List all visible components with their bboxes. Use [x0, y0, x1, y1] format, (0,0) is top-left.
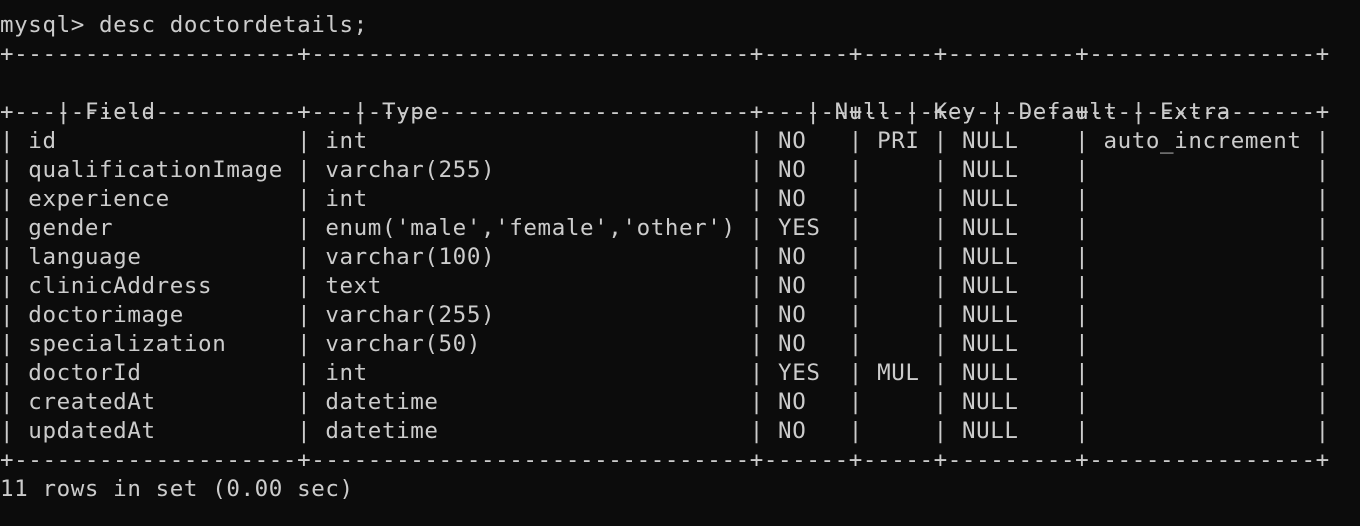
cell-key: |: [862, 157, 948, 183]
table-row: | id | int | NO | PRI | NULL | auto_incr…: [0, 127, 1360, 156]
cell-default: NULL |: [947, 244, 1090, 270]
cell-type: varchar(255) |: [311, 302, 764, 328]
cell-field: | doctorId |: [0, 360, 312, 386]
table-row: | specialization | varchar(50) | NO | | …: [0, 330, 1360, 359]
cell-extra: |: [1089, 418, 1330, 444]
cell-type: int |: [311, 360, 764, 386]
cell-key: |: [862, 418, 948, 444]
cell-default: NULL |: [947, 360, 1090, 386]
cell-field: | qualificationImage |: [0, 157, 312, 183]
cell-default: NULL |: [947, 157, 1090, 183]
cell-default: NULL |: [947, 128, 1090, 154]
cell-extra: |: [1089, 389, 1330, 415]
cell-default: NULL |: [947, 302, 1090, 328]
table-border-mid: +--------------------+------------------…: [0, 99, 1330, 125]
cell-default: NULL |: [947, 418, 1090, 444]
table-row: | clinicAddress | text | NO | | NULL | |: [0, 272, 1360, 301]
cell-null: YES |: [763, 360, 863, 386]
table-row: | doctorimage | varchar(255) | NO | | NU…: [0, 301, 1360, 330]
cell-default: NULL |: [947, 186, 1090, 212]
cell-extra: |: [1089, 215, 1330, 241]
cell-field: | createdAt |: [0, 389, 312, 415]
cell-field: | specialization |: [0, 331, 312, 357]
cell-type: enum('male','female','other') |: [311, 215, 764, 241]
command-line: mysql> desc doctordetails;: [0, 11, 1360, 40]
cell-default: NULL |: [947, 389, 1090, 415]
table-row: | createdAt | datetime | NO | | NULL | |: [0, 388, 1360, 417]
table-body: | id | int | NO | PRI | NULL | auto_incr…: [0, 127, 1360, 446]
table-row: | updatedAt | datetime | NO | | NULL | |: [0, 417, 1360, 446]
cell-type: int |: [311, 128, 764, 154]
cell-type: text |: [311, 273, 764, 299]
cell-type: datetime |: [311, 418, 764, 444]
cell-null: YES |: [763, 215, 863, 241]
cell-field: | doctorimage |: [0, 302, 312, 328]
cell-extra: |: [1089, 157, 1330, 183]
table-row: | language | varchar(100) | NO | | NULL …: [0, 243, 1360, 272]
cell-extra: |: [1089, 302, 1330, 328]
cell-key: |: [862, 389, 948, 415]
cell-null: NO |: [763, 128, 863, 154]
cell-null: NO |: [763, 302, 863, 328]
cell-key: |: [862, 215, 948, 241]
table-border-top: +--------------------+------------------…: [0, 41, 1330, 67]
cell-null: NO |: [763, 273, 863, 299]
cell-null: NO |: [763, 418, 863, 444]
cell-field: | language |: [0, 244, 312, 270]
terminal-window[interactable]: mysql> desc doctordetails; +------------…: [0, 0, 1360, 526]
cell-key: |: [862, 331, 948, 357]
cell-null: NO |: [763, 157, 863, 183]
cell-type: varchar(50) |: [311, 331, 764, 357]
cell-field: | clinicAddress |: [0, 273, 312, 299]
cell-default: NULL |: [947, 273, 1090, 299]
table-header-row: | Field | Type | Null | Key | Default | …: [0, 69, 1360, 125]
cell-key: MUL |: [862, 360, 948, 386]
cell-key: |: [862, 302, 948, 328]
cell-type: varchar(100) |: [311, 244, 764, 270]
command-text: desc doctordetails;: [99, 12, 368, 38]
mysql-prompt: mysql>: [0, 12, 100, 38]
result-summary: 11 rows in set (0.00 sec): [0, 476, 354, 502]
cell-extra: |: [1089, 244, 1330, 270]
table-border-bottom: +--------------------+------------------…: [0, 447, 1330, 473]
cell-field: | id |: [0, 128, 312, 154]
cell-extra: |: [1089, 360, 1330, 386]
table-row: | qualificationImage | varchar(255) | NO…: [0, 156, 1360, 185]
cell-default: NULL |: [947, 331, 1090, 357]
cell-field: | updatedAt |: [0, 418, 312, 444]
cell-field: | experience |: [0, 186, 312, 212]
cell-field: | gender |: [0, 215, 312, 241]
table-row: | gender | enum('male','female','other')…: [0, 214, 1360, 243]
cell-extra: |: [1089, 331, 1330, 357]
cell-key: |: [862, 244, 948, 270]
cell-type: varchar(255) |: [311, 157, 764, 183]
cell-extra: |: [1089, 186, 1330, 212]
cell-null: NO |: [763, 244, 863, 270]
cell-null: NO |: [763, 331, 863, 357]
cell-key: |: [862, 186, 948, 212]
cell-type: datetime |: [311, 389, 764, 415]
cell-default: NULL |: [947, 215, 1090, 241]
table-row: | experience | int | NO | | NULL | |: [0, 185, 1360, 214]
cell-key: |: [862, 273, 948, 299]
table-row: | doctorId | int | YES | MUL | NULL | |: [0, 359, 1360, 388]
cell-extra: |: [1089, 273, 1330, 299]
cell-null: NO |: [763, 186, 863, 212]
cell-null: NO |: [763, 389, 863, 415]
cell-extra: auto_increment |: [1089, 128, 1330, 154]
cell-key: PRI |: [862, 128, 948, 154]
cell-type: int |: [311, 186, 764, 212]
